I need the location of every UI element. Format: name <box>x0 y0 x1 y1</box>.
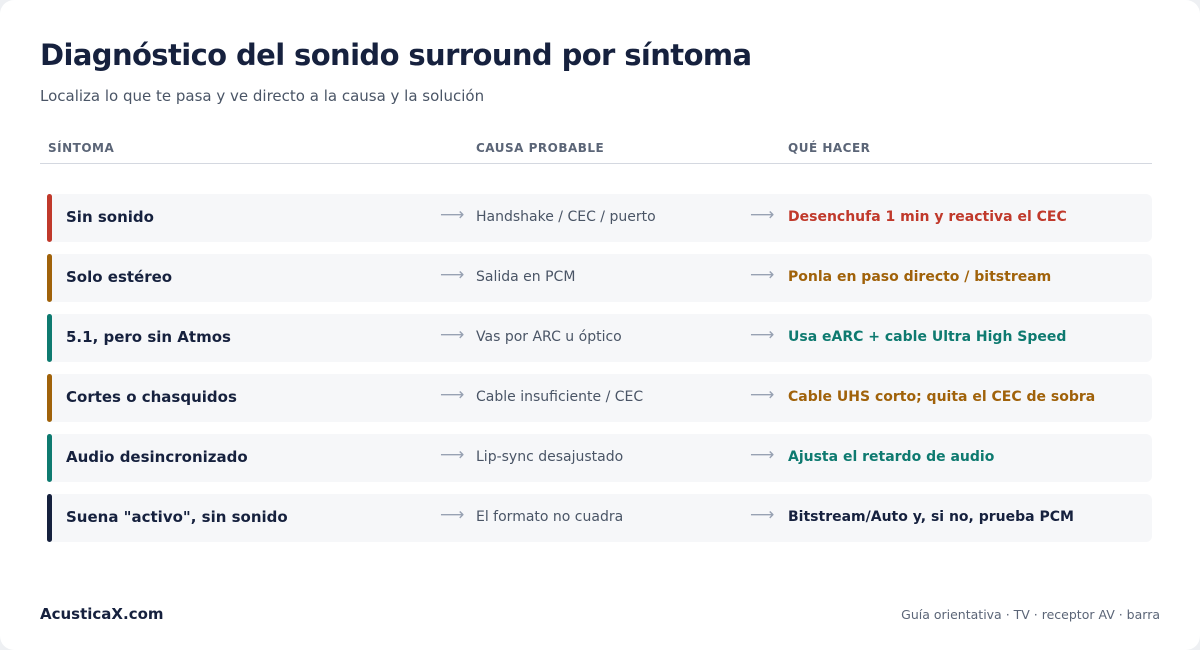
symptom-label: Solo estéreo <box>66 268 173 286</box>
arrow-right-icon: ⟶ <box>750 385 775 405</box>
symptom-label: Sin sonido <box>66 208 154 226</box>
arrow-right-icon: ⟶ <box>750 445 775 465</box>
arrow-right-icon: ⟶ <box>440 505 465 525</box>
table-row: Cortes o chasquidos ⟶ Cable insuficiente… <box>47 374 1152 422</box>
table-row: Solo estéreo ⟶ Salida en PCM ⟶ Ponla en … <box>47 254 1152 302</box>
row-accent-bar <box>47 194 52 242</box>
action-label: Usa eARC + cable Ultra High Speed <box>788 329 1067 345</box>
diagnosis-table: Sin sonido ⟶ Handshake / CEC / puerto ⟶ … <box>47 194 1152 554</box>
arrow-right-icon: ⟶ <box>750 325 775 345</box>
row-accent-bar <box>47 494 52 542</box>
cause-label: Vas por ARC u óptico <box>476 329 622 345</box>
row-accent-bar <box>47 254 52 302</box>
footer-note: Guía orientativa · TV · receptor AV · ba… <box>901 607 1160 622</box>
action-label: Ajusta el retardo de audio <box>788 449 995 465</box>
table-row: Sin sonido ⟶ Handshake / CEC / puerto ⟶ … <box>47 194 1152 242</box>
cause-label: Handshake / CEC / puerto <box>476 209 656 225</box>
arrow-right-icon: ⟶ <box>440 205 465 225</box>
arrow-right-icon: ⟶ <box>440 385 465 405</box>
action-label: Bitstream/Auto y, si no, prueba PCM <box>788 509 1074 525</box>
arrow-right-icon: ⟶ <box>750 265 775 285</box>
symptom-label: 5.1, pero sin Atmos <box>66 328 231 346</box>
page-title: Diagnóstico del sonido surround por sínt… <box>40 38 752 72</box>
action-label: Desenchufa 1 min y reactiva el CEC <box>788 209 1067 225</box>
symptom-label: Cortes o chasquidos <box>66 388 237 406</box>
arrow-right-icon: ⟶ <box>440 445 465 465</box>
arrow-right-icon: ⟶ <box>750 505 775 525</box>
symptom-label: Suena "activo", sin sonido <box>66 508 288 526</box>
cause-label: Cable insuficiente / CEC <box>476 389 644 405</box>
content-card: Diagnóstico del sonido surround por sínt… <box>0 0 1200 650</box>
cause-label: Lip-sync desajustado <box>476 449 624 465</box>
arrow-right-icon: ⟶ <box>440 265 465 285</box>
header-divider <box>40 163 1152 164</box>
row-accent-bar <box>47 434 52 482</box>
table-row: 5.1, pero sin Atmos ⟶ Vas por ARC u ópti… <box>47 314 1152 362</box>
table-row: Suena "activo", sin sonido ⟶ El formato … <box>47 494 1152 542</box>
cause-label: El formato no cuadra <box>476 509 624 525</box>
brand-name: AcusticaX.com <box>40 605 164 623</box>
table-row: Audio desincronizado ⟶ Lip-sync desajust… <box>47 434 1152 482</box>
row-accent-bar <box>47 314 52 362</box>
column-header-symptom: SÍNTOMA <box>48 141 115 155</box>
column-header-cause: CAUSA PROBABLE <box>476 141 605 155</box>
action-label: Ponla en paso directo / bitstream <box>788 269 1052 285</box>
action-label: Cable UHS corto; quita el CEC de sobra <box>788 389 1096 405</box>
symptom-label: Audio desincronizado <box>66 448 248 466</box>
cause-label: Salida en PCM <box>476 269 576 285</box>
page-subtitle: Localiza lo que te pasa y ve directo a l… <box>40 87 485 105</box>
arrow-right-icon: ⟶ <box>750 205 775 225</box>
arrow-right-icon: ⟶ <box>440 325 465 345</box>
column-header-action: QUÉ HACER <box>788 141 871 155</box>
row-accent-bar <box>47 374 52 422</box>
